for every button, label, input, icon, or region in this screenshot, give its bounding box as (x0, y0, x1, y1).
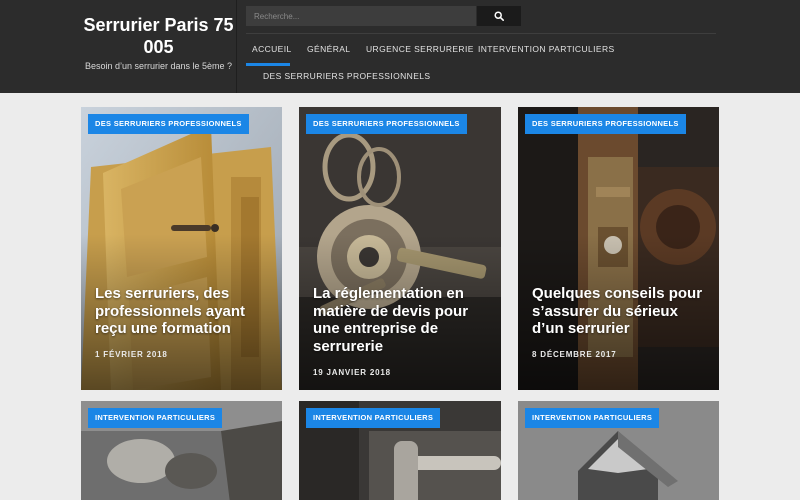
site-brand[interactable]: Serrurier Paris 75 005 Besoin d’un serru… (80, 0, 237, 93)
search-input[interactable] (246, 6, 476, 26)
nav-item-general[interactable]: GÉNÉRAL (307, 44, 350, 54)
post-card[interactable]: INTERVENTION PARTICULIERS (81, 401, 282, 500)
search-icon (494, 11, 504, 21)
nav-item-accueil[interactable]: ACCUEIL (252, 44, 292, 54)
post-date: 19 JANVIER 2018 (313, 368, 391, 377)
nav-item-urgence-serrurerie[interactable]: URGENCE SERRURERIE (366, 44, 474, 54)
post-card[interactable]: INTERVENTION PARTICULIERS (299, 401, 501, 500)
category-badge[interactable]: DES SERRURIERS PROFESSIONNELS (88, 114, 249, 134)
category-badge[interactable]: DES SERRURIERS PROFESSIONNELS (306, 114, 467, 134)
card-overlay (518, 107, 719, 390)
site-title[interactable]: Serrurier Paris 75 005 (80, 14, 237, 58)
category-badge[interactable]: INTERVENTION PARTICULIERS (88, 408, 223, 428)
post-card[interactable]: DES SERRURIERS PROFESSIONNELS Les serrur… (81, 107, 282, 390)
nav-item-intervention-particuliers[interactable]: INTERVENTION PARTICULIERS (478, 44, 615, 54)
nav-active-indicator (246, 63, 290, 66)
category-badge[interactable]: DES SERRURIERS PROFESSIONNELS (525, 114, 686, 134)
post-card[interactable]: INTERVENTION PARTICULIERS (518, 401, 719, 500)
site-header: Serrurier Paris 75 005 Besoin d’un serru… (0, 0, 800, 93)
post-card[interactable]: DES SERRURIERS PROFESSIONNELS La régleme… (299, 107, 501, 390)
post-title[interactable]: La réglementation en matière de devis po… (313, 285, 488, 355)
card-overlay (81, 107, 282, 390)
search-form (246, 6, 521, 26)
category-badge[interactable]: INTERVENTION PARTICULIERS (306, 408, 441, 428)
nav-divider (246, 33, 716, 34)
site-tagline: Besoin d’un serrurier dans le 5ème ? (84, 61, 233, 71)
post-title[interactable]: Les serruriers, des professionnels ayant… (95, 285, 270, 338)
post-title[interactable]: Quelques conseils pour s’assurer du séri… (532, 285, 707, 338)
post-card[interactable]: DES SERRURIERS PROFESSIONNELS Quelques c… (518, 107, 719, 390)
post-date: 8 DÉCEMBRE 2017 (532, 350, 617, 359)
nav-item-serruriers-professionnels[interactable]: DES SERRURIERS PROFESSIONNELS (263, 71, 430, 81)
search-button[interactable] (477, 6, 521, 26)
post-date: 1 FÉVRIER 2018 (95, 350, 168, 359)
category-badge[interactable]: INTERVENTION PARTICULIERS (525, 408, 660, 428)
